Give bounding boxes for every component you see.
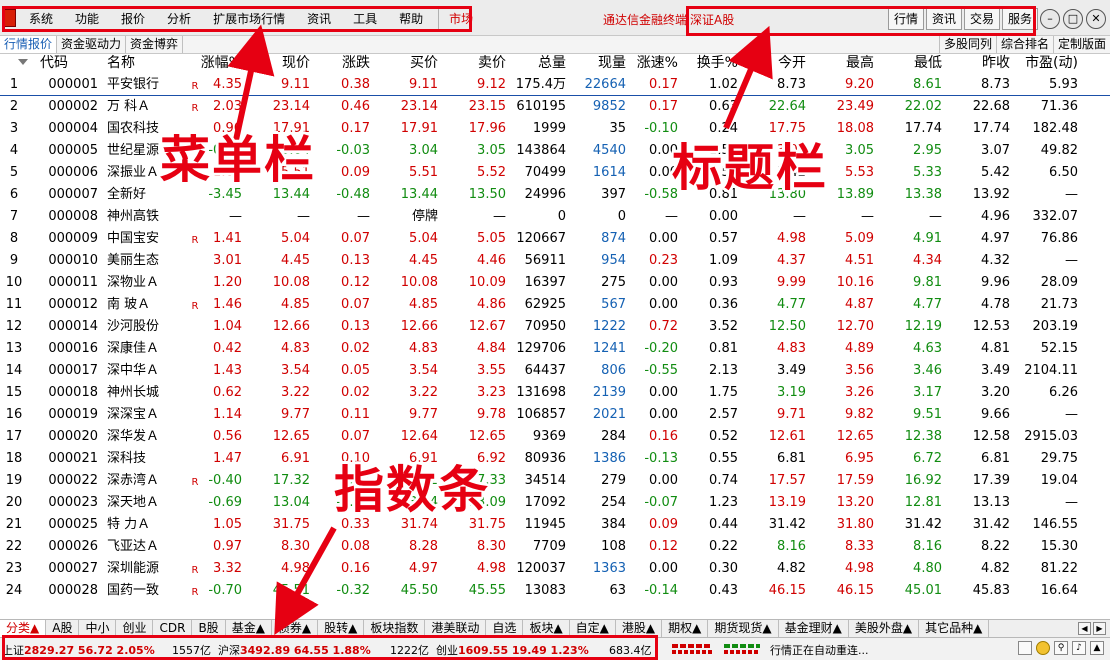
index-arrow [274,526,337,635]
title-arrow [723,25,773,130]
title-annotation-label: 标题栏 [672,139,828,197]
annotation-arrows [227,24,773,635]
menu-annotation-label: 菜单栏 [160,131,316,189]
menu-arrow [227,24,275,141]
index-annotation-label: 指数条 [334,461,490,519]
